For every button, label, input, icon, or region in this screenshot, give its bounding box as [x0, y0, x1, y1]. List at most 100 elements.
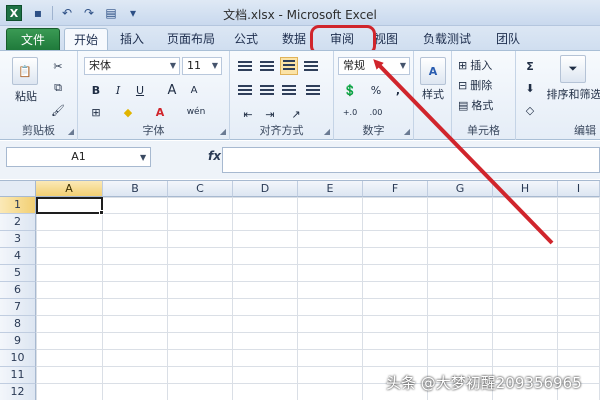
- name-box[interactable]: A1: [6, 147, 151, 167]
- row-gridline: [36, 281, 600, 282]
- cut-icon[interactable]: ✂: [48, 57, 68, 75]
- font-size-value: 11: [187, 59, 201, 72]
- group-label-cells: 单元格: [467, 124, 500, 137]
- paste-button[interactable]: 粘贴: [10, 89, 42, 103]
- font-name-value: 宋体: [89, 59, 111, 72]
- row-header-11[interactable]: 11: [0, 367, 36, 384]
- delete-cells-button[interactable]: ⊟ 删除: [458, 77, 492, 93]
- fill-handle[interactable]: [99, 210, 104, 215]
- styles-button[interactable]: 样式: [414, 87, 452, 101]
- group-label-alignment: 对齐方式: [259, 124, 304, 137]
- font-name-dropdown[interactable]: 宋体 ▼: [84, 57, 180, 75]
- tab-team[interactable]: 团队: [488, 28, 528, 50]
- delete-cells-icon: ⊟: [458, 78, 468, 92]
- row-gridline: [36, 213, 600, 214]
- tab-load-test[interactable]: 负载测试: [416, 28, 478, 50]
- insert-cells-button[interactable]: ⊞ 插入: [458, 57, 492, 73]
- tab-page-layout[interactable]: 页面布局: [160, 28, 222, 50]
- insert-function-button[interactable]: fx: [208, 149, 221, 163]
- row-header-3[interactable]: 3: [0, 231, 36, 248]
- column-header-f[interactable]: F: [363, 181, 428, 197]
- ribbon-tab-bar: 文件 开始 插入 页面布局 公式 数据 审阅 视图 负载测试 团队: [0, 26, 600, 50]
- column-header-g[interactable]: G: [428, 181, 493, 197]
- font-size-dropdown[interactable]: 11 ▼: [182, 57, 222, 75]
- align-right-icon[interactable]: [282, 85, 296, 97]
- percent-button[interactable]: %: [366, 81, 386, 99]
- tab-home[interactable]: 开始: [64, 28, 108, 50]
- group-label-number: 数字: [362, 124, 385, 137]
- align-middle-icon[interactable]: [260, 61, 274, 73]
- orientation-icon[interactable]: ↗: [286, 105, 306, 123]
- group-font: 宋体 ▼ 11 ▼ B I U A A ⊞ ◆ A wén 字体 ◢: [78, 51, 230, 140]
- column-header-a[interactable]: A: [36, 181, 103, 197]
- column-header-e[interactable]: E: [298, 181, 363, 197]
- grow-font-button[interactable]: A: [162, 81, 182, 99]
- border-icon[interactable]: ⊞: [86, 103, 106, 121]
- align-bottom-icon[interactable]: [280, 57, 298, 75]
- column-header-h[interactable]: H: [493, 181, 558, 197]
- select-all-button[interactable]: [0, 181, 36, 197]
- row-header-4[interactable]: 4: [0, 248, 36, 265]
- increase-indent-icon[interactable]: ⇥: [260, 105, 280, 123]
- group-label-clipboard: 剪贴板: [22, 124, 55, 137]
- wrap-text-icon[interactable]: [304, 61, 318, 73]
- column-header-c[interactable]: C: [168, 181, 233, 197]
- row-header-2[interactable]: 2: [0, 214, 36, 231]
- font-launcher-icon[interactable]: ◢: [220, 127, 226, 136]
- alignment-launcher-icon[interactable]: ◢: [324, 127, 330, 136]
- comma-button[interactable]: ,: [388, 81, 408, 99]
- chevron-down-icon[interactable]: ▼: [140, 153, 146, 162]
- shrink-font-button[interactable]: A: [184, 81, 204, 99]
- fill-color-icon[interactable]: ◆: [118, 103, 138, 121]
- column-header-b[interactable]: B: [103, 181, 168, 197]
- bold-button[interactable]: B: [86, 81, 106, 99]
- align-center-icon[interactable]: [260, 85, 274, 97]
- insert-cells-icon: ⊞: [458, 58, 468, 72]
- clipboard-launcher-icon[interactable]: ◢: [68, 127, 74, 136]
- column-header-d[interactable]: D: [233, 181, 298, 197]
- number-launcher-icon[interactable]: ◢: [404, 127, 410, 136]
- phonetic-button[interactable]: wén: [186, 103, 206, 121]
- increase-decimal-button[interactable]: +.0: [340, 103, 360, 121]
- row-header-7[interactable]: 7: [0, 299, 36, 316]
- copy-icon[interactable]: ⧉: [48, 79, 68, 97]
- row-header-8[interactable]: 8: [0, 316, 36, 333]
- row-gridline: [36, 332, 600, 333]
- tab-formulas[interactable]: 公式: [226, 28, 266, 50]
- row-header-6[interactable]: 6: [0, 282, 36, 299]
- tab-data[interactable]: 数据: [274, 28, 314, 50]
- align-left-icon[interactable]: [238, 85, 252, 97]
- font-color-icon[interactable]: A: [150, 103, 170, 121]
- column-header-i[interactable]: I: [558, 181, 600, 197]
- row-header-12[interactable]: 12: [0, 384, 36, 400]
- clear-icon[interactable]: ◇: [520, 101, 540, 119]
- row-header-9[interactable]: 9: [0, 333, 36, 350]
- paste-icon[interactable]: 📋: [12, 57, 38, 85]
- number-format-dropdown[interactable]: 常规 ▼: [338, 57, 410, 75]
- sort-filter-button[interactable]: 排序和筛选: [544, 87, 600, 101]
- decrease-indent-icon[interactable]: ⇤: [238, 105, 258, 123]
- decrease-decimal-button[interactable]: .00: [366, 103, 386, 121]
- autosum-button[interactable]: Σ: [520, 57, 540, 75]
- active-cell-a1[interactable]: [36, 197, 103, 214]
- merge-center-icon[interactable]: [306, 85, 320, 97]
- format-cells-button[interactable]: ▤ 格式: [458, 97, 493, 113]
- sort-filter-icon[interactable]: ⏷: [560, 55, 586, 83]
- tab-file[interactable]: 文件: [6, 28, 60, 50]
- row-header-5[interactable]: 5: [0, 265, 36, 282]
- underline-button[interactable]: U: [130, 81, 150, 99]
- currency-icon[interactable]: 💲: [340, 81, 360, 99]
- row-gridline: [36, 366, 600, 367]
- row-header-10[interactable]: 10: [0, 350, 36, 367]
- styles-icon[interactable]: A: [420, 57, 446, 85]
- formula-input[interactable]: [222, 147, 600, 173]
- fill-icon[interactable]: ⬇: [520, 79, 540, 97]
- format-painter-icon[interactable]: 🖌: [48, 101, 68, 119]
- italic-button[interactable]: I: [108, 81, 128, 99]
- row-header-1[interactable]: 1: [0, 197, 36, 214]
- align-top-icon[interactable]: [238, 61, 252, 73]
- tab-insert[interactable]: 插入: [110, 28, 154, 50]
- window-title: 文档.xlsx - Microsoft Excel: [223, 8, 377, 22]
- worksheet-grid[interactable]: A B C D E F G H I 1 2 3 4 5 6 7 8 9 10 11 12: [0, 180, 600, 400]
- cell-area[interactable]: [36, 197, 600, 400]
